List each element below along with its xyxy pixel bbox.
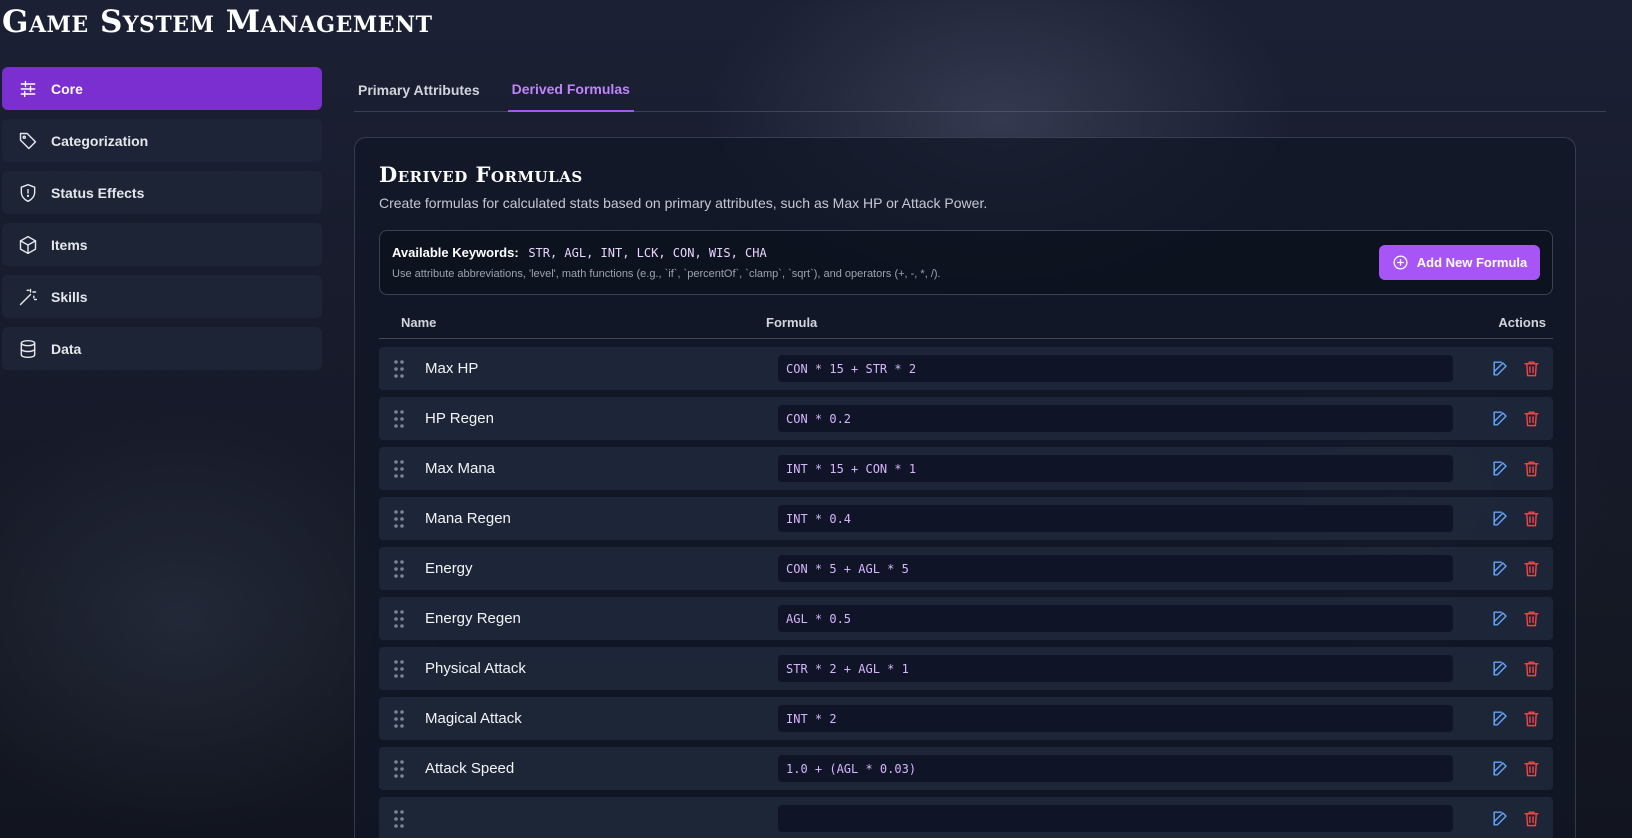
sidebar-item-label: Items — [51, 236, 88, 253]
sidebar-item-skills[interactable]: Skills — [2, 275, 322, 318]
sidebar-item-items[interactable]: Items — [2, 223, 322, 266]
sidebar: Core Categorization Status Effects Items… — [2, 67, 322, 379]
sidebar-item-label: Skills — [51, 288, 88, 305]
drag-handle-icon[interactable] — [393, 509, 405, 529]
table-row: Max Mana INT * 15 + CON * 1 — [379, 447, 1553, 490]
edit-icon[interactable] — [1491, 359, 1510, 378]
formula-name: Mana Regen — [425, 510, 511, 527]
magic-wand-icon — [18, 287, 38, 307]
drag-handle-icon[interactable] — [393, 359, 405, 379]
sliders-icon — [18, 79, 38, 99]
table-row: Max HP CON * 15 + STR * 2 — [379, 347, 1553, 390]
formula-expression: CON * 15 + STR * 2 — [778, 355, 1453, 382]
formula-expression: CON * 5 + AGL * 5 — [778, 555, 1453, 582]
formula-name: Max HP — [425, 360, 479, 377]
formula-name: Physical Attack — [425, 660, 526, 677]
keywords-box: Available Keywords: STR, AGL, INT, LCK, … — [379, 230, 1553, 295]
sidebar-item-label: Core — [51, 80, 83, 97]
table-row: Energy Regen AGL * 0.5 — [379, 597, 1553, 640]
formula-name: Energy — [425, 560, 473, 577]
table-row: Magical Attack INT * 2 — [379, 697, 1553, 740]
sidebar-item-label: Data — [51, 340, 82, 357]
keywords-line: Available Keywords: STR, AGL, INT, LCK, … — [392, 245, 767, 260]
keywords-help: Use attribute abbreviations, 'level', ma… — [392, 268, 941, 280]
table-row: Attack Speed 1.0 + (AGL * 0.03) — [379, 747, 1553, 790]
formula-expression: INT * 2 — [778, 705, 1453, 732]
trash-icon[interactable] — [1522, 709, 1541, 728]
app-title: Game System Management — [2, 4, 433, 40]
drag-handle-icon[interactable] — [393, 609, 405, 629]
formula-name: Attack Speed — [425, 760, 515, 777]
edit-icon[interactable] — [1491, 759, 1510, 778]
trash-icon[interactable] — [1522, 609, 1541, 628]
trash-icon[interactable] — [1522, 509, 1541, 528]
panel-description: Create formulas for calculated stats bas… — [379, 195, 988, 211]
trash-icon[interactable] — [1522, 559, 1541, 578]
add-new-formula-label: Add New Formula — [1416, 255, 1528, 270]
formula-name: Energy Regen — [425, 610, 521, 627]
panel-title: Derived Formulas — [379, 162, 583, 187]
sidebar-item-core[interactable]: Core — [2, 67, 322, 110]
trash-icon[interactable] — [1522, 759, 1541, 778]
edit-icon[interactable] — [1491, 509, 1510, 528]
sidebar-item-categorization[interactable]: Categorization — [2, 119, 322, 162]
edit-icon[interactable] — [1491, 409, 1510, 428]
formula-expression: INT * 15 + CON * 1 — [778, 455, 1453, 482]
formula-list: Max HP CON * 15 + STR * 2 HP Regen CON *… — [379, 347, 1553, 838]
formula-expression: AGL * 0.5 — [778, 605, 1453, 632]
sidebar-item-status-effects[interactable]: Status Effects — [2, 171, 322, 214]
drag-handle-icon[interactable] — [393, 559, 405, 579]
edit-icon[interactable] — [1491, 809, 1510, 828]
table-row: Physical Attack STR * 2 + AGL * 1 — [379, 647, 1553, 690]
column-header-actions: Actions — [1498, 315, 1546, 330]
formula-name: HP Regen — [425, 410, 494, 427]
tab-bar: Primary Attributes Derived Formulas — [354, 67, 1606, 112]
sidebar-item-label: Categorization — [51, 132, 149, 149]
drag-handle-icon[interactable] — [393, 459, 405, 479]
sidebar-item-data[interactable]: Data — [2, 327, 322, 370]
trash-icon[interactable] — [1522, 359, 1541, 378]
drag-handle-icon[interactable] — [393, 659, 405, 679]
tag-icon — [18, 131, 38, 151]
trash-icon[interactable] — [1522, 809, 1541, 828]
edit-icon[interactable] — [1491, 659, 1510, 678]
formula-name: Max Mana — [425, 460, 496, 477]
formula-expression: CON * 0.2 — [778, 405, 1453, 432]
table-row: Energy CON * 5 + AGL * 5 — [379, 547, 1553, 590]
formula-name: Magical Attack — [425, 710, 522, 727]
drag-handle-icon[interactable] — [393, 409, 405, 429]
table-row: Mana Regen INT * 0.4 — [379, 497, 1553, 540]
tab-derived-formulas[interactable]: Derived Formulas — [507, 67, 634, 112]
add-new-formula-button[interactable]: Add New Formula — [1379, 245, 1540, 280]
edit-icon[interactable] — [1491, 559, 1510, 578]
tab-primary-attributes[interactable]: Primary Attributes — [354, 67, 484, 112]
trash-icon[interactable] — [1522, 659, 1541, 678]
formula-expression: INT * 0.4 — [778, 505, 1453, 532]
formula-expression — [778, 805, 1453, 832]
shield-alert-icon — [18, 183, 38, 203]
column-header-name: Name — [401, 315, 437, 330]
edit-icon[interactable] — [1491, 609, 1510, 628]
table-row — [379, 797, 1553, 838]
trash-icon[interactable] — [1522, 459, 1541, 478]
column-header-formula: Formula — [766, 315, 818, 330]
derived-formulas-panel: Derived Formulas Create formulas for cal… — [354, 137, 1576, 838]
keywords-label: Available Keywords: — [392, 245, 519, 260]
drag-handle-icon[interactable] — [393, 759, 405, 779]
trash-icon[interactable] — [1522, 409, 1541, 428]
table-row: HP Regen CON * 0.2 — [379, 397, 1553, 440]
edit-icon[interactable] — [1491, 709, 1510, 728]
plus-circle-icon — [1393, 255, 1408, 270]
edit-icon[interactable] — [1491, 459, 1510, 478]
sidebar-item-label: Status Effects — [51, 184, 145, 201]
database-icon — [18, 339, 38, 359]
drag-handle-icon[interactable] — [393, 809, 405, 829]
drag-handle-icon[interactable] — [393, 709, 405, 729]
table-header: Name Formula Actions — [379, 305, 1553, 339]
formula-expression: 1.0 + (AGL * 0.03) — [778, 755, 1453, 782]
box-icon — [18, 235, 38, 255]
formula-expression: STR * 2 + AGL * 1 — [778, 655, 1453, 682]
keywords-list: STR, AGL, INT, LCK, CON, WIS, CHA — [528, 246, 767, 260]
